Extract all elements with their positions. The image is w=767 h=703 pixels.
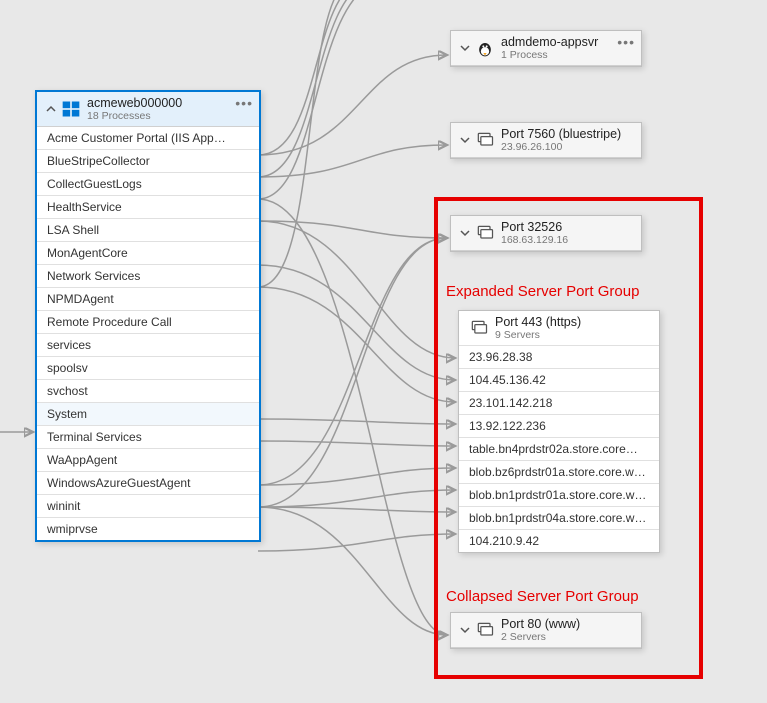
port-node-32526[interactable]: Port 32526 168.63.129.16	[450, 215, 642, 252]
process-item[interactable]: Acme Customer Portal (IIS App…	[37, 127, 259, 150]
chevron-up-icon[interactable]	[43, 102, 59, 116]
process-list: Acme Customer Portal (IIS App…BlueStripe…	[37, 127, 259, 540]
annotation-expanded-label: Expanded Server Port Group	[446, 283, 639, 300]
node-subtitle: 9 Servers	[495, 329, 653, 341]
chevron-down-icon[interactable]	[457, 623, 473, 637]
servers-icon	[473, 221, 497, 245]
server-item[interactable]: blob.bn1prdstr01a.store.core.w…	[459, 484, 659, 507]
process-item[interactable]: Network Services	[37, 265, 259, 288]
node-header[interactable]: acmeweb000000 18 Processes •••	[37, 92, 259, 127]
server-item[interactable]: blob.bz6prdstr01a.store.core.w…	[459, 461, 659, 484]
node-title: acmeweb000000	[87, 96, 253, 110]
server-item[interactable]: blob.bn1prdstr04a.store.core.w…	[459, 507, 659, 530]
node-title: Port 32526	[501, 220, 635, 234]
server-item[interactable]: 104.45.136.42	[459, 369, 659, 392]
process-item[interactable]: MonAgentCore	[37, 242, 259, 265]
process-item[interactable]: wmiprvse	[37, 518, 259, 540]
node-title: admdemo-appsvr	[501, 35, 635, 49]
server-item[interactable]: table.bn4prdstr02a.store.core…	[459, 438, 659, 461]
node-title: Port 7560 (bluestripe)	[501, 127, 635, 141]
process-item[interactable]: HealthService	[37, 196, 259, 219]
more-menu-icon[interactable]: •••	[235, 95, 253, 111]
process-item[interactable]: svchost	[37, 380, 259, 403]
process-item[interactable]: services	[37, 334, 259, 357]
server-list: 23.96.28.38104.45.136.4223.101.142.21813…	[459, 346, 659, 552]
process-item[interactable]: System	[37, 403, 259, 426]
server-item[interactable]: 13.92.122.236	[459, 415, 659, 438]
annotation-collapsed-label: Collapsed Server Port Group	[446, 588, 639, 605]
chevron-down-icon[interactable]	[457, 133, 473, 147]
process-item[interactable]: NPMDAgent	[37, 288, 259, 311]
node-header[interactable]: Port 443 (https) 9 Servers	[459, 311, 659, 346]
chevron-down-icon[interactable]	[457, 41, 473, 55]
node-title: Port 80 (www)	[501, 617, 635, 631]
node-subtitle: 18 Processes	[87, 110, 253, 122]
process-item[interactable]: spoolsv	[37, 357, 259, 380]
node-header[interactable]: Port 32526 168.63.129.16	[451, 216, 641, 251]
port-node-443[interactable]: Port 443 (https) 9 Servers 23.96.28.3810…	[458, 310, 660, 553]
server-item[interactable]: 23.96.28.38	[459, 346, 659, 369]
windows-icon	[59, 97, 83, 121]
server-item[interactable]: 23.101.142.218	[459, 392, 659, 415]
machine-node-appsvr[interactable]: admdemo-appsvr 1 Process •••	[450, 30, 642, 67]
servers-icon	[473, 128, 497, 152]
node-subtitle: 1 Process	[501, 49, 635, 61]
node-header[interactable]: Port 7560 (bluestripe) 23.96.26.100	[451, 123, 641, 158]
node-subtitle: 2 Servers	[501, 631, 635, 643]
node-header[interactable]: admdemo-appsvr 1 Process •••	[451, 31, 641, 66]
process-item[interactable]: WaAppAgent	[37, 449, 259, 472]
process-item[interactable]: wininit	[37, 495, 259, 518]
port-node-7560[interactable]: Port 7560 (bluestripe) 23.96.26.100	[450, 122, 642, 159]
node-subtitle: 23.96.26.100	[501, 141, 635, 153]
more-menu-icon[interactable]: •••	[617, 34, 635, 50]
servers-icon	[467, 316, 491, 340]
servers-icon	[473, 618, 497, 642]
process-item[interactable]: CollectGuestLogs	[37, 173, 259, 196]
process-item[interactable]: BlueStripeCollector	[37, 150, 259, 173]
process-item[interactable]: Remote Procedure Call	[37, 311, 259, 334]
process-item[interactable]: WindowsAzureGuestAgent	[37, 472, 259, 495]
node-title: Port 443 (https)	[495, 315, 653, 329]
server-item[interactable]: 104.210.9.42	[459, 530, 659, 552]
node-subtitle: 168.63.129.16	[501, 234, 635, 246]
port-node-80[interactable]: Port 80 (www) 2 Servers	[450, 612, 642, 649]
machine-node-acmeweb[interactable]: acmeweb000000 18 Processes ••• Acme Cust…	[35, 90, 261, 542]
linux-icon	[473, 36, 497, 60]
node-header[interactable]: Port 80 (www) 2 Servers	[451, 613, 641, 648]
chevron-down-icon[interactable]	[457, 226, 473, 240]
process-item[interactable]: Terminal Services	[37, 426, 259, 449]
process-item[interactable]: LSA Shell	[37, 219, 259, 242]
